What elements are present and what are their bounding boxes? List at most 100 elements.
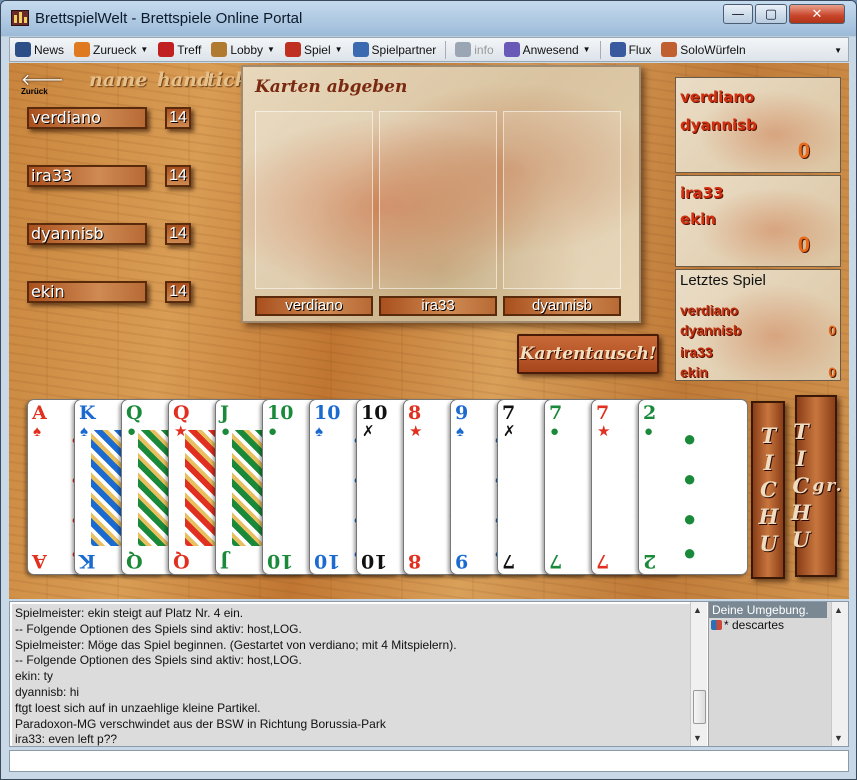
toolbar-anwesend-label: Anwesend <box>522 42 579 57</box>
grand-tichu-button[interactable]: gr. TICHU <box>788 395 842 577</box>
chat-line: dyannisb: hi <box>15 684 80 699</box>
card-rank: 9 <box>455 402 469 424</box>
bsw-app-icon <box>11 10 29 26</box>
toolbar-info-button[interactable]: info <box>450 38 498 61</box>
card-rank-bottom: 9 <box>455 550 469 572</box>
maximize-button[interactable]: ▢ <box>755 4 787 24</box>
toolbar-separator <box>445 40 447 59</box>
exchange-slot-label-3: dyannisb <box>503 296 621 316</box>
card-rank-bottom: 7 <box>502 550 516 572</box>
toolbar-news-button[interactable]: News <box>10 38 69 61</box>
chat-line: ftgt loest sich auf in unzaehlige kleine… <box>15 700 261 715</box>
chat-line: Spielmeister: ekin steigt auf Platz Nr. … <box>15 606 244 620</box>
toolbar-solow-rfeln-button[interactable]: SoloWürfeln <box>656 38 750 61</box>
jade-icon: ● <box>221 423 231 440</box>
team1-score: 0 <box>797 138 810 163</box>
card-rank: 10 <box>314 402 341 424</box>
solow-rfeln-icon <box>661 42 678 57</box>
card-rank-bottom: A <box>32 550 47 572</box>
team1-player-1: verdiano <box>680 88 755 106</box>
card-rank: A <box>32 402 47 424</box>
environment-title: Deine Umgebung. <box>709 602 827 618</box>
exchange-drop-slot-left[interactable] <box>255 111 373 289</box>
column-header-hand: hand <box>157 69 211 91</box>
jade-icon: ● <box>127 423 137 440</box>
card-rank-bottom: J <box>220 550 229 572</box>
title-bar[interactable]: BrettspielWelt - Brettspiele Online Port… <box>1 1 856 35</box>
main-toolbar: News Zurueck ▼ Treff Lobby ▼ Spiel ▼ Spielpartne… <box>9 37 849 62</box>
chat-scrollbar[interactable]: ▲ ▼ <box>690 602 707 746</box>
anwesend-icon <box>503 42 520 57</box>
dropdown-caret-icon: ▼ <box>267 45 275 54</box>
info-icon <box>455 42 472 57</box>
toolbar-overflow-icon[interactable]: ▼ <box>834 46 842 55</box>
scroll-up-icon[interactable]: ▲ <box>693 605 702 615</box>
player-hand-count-3: 14 <box>165 223 191 245</box>
minimize-button[interactable]: — <box>723 4 753 24</box>
flux-icon <box>609 42 626 57</box>
card-rank-bottom: 7 <box>596 550 610 572</box>
toolbar-zurueck-button[interactable]: Zurueck ▼ <box>69 38 153 61</box>
grand-tichu-label: TICHU <box>788 418 814 554</box>
jade-icon: ● <box>268 423 278 440</box>
team-score-panel-1: verdiano dyannisb 0 <box>675 77 841 173</box>
toolbar-treff-button[interactable]: Treff <box>153 38 206 61</box>
card-rank: 8 <box>408 402 422 424</box>
last-game-name-3: ira33 <box>680 344 713 360</box>
toolbar-spiel-button[interactable]: Spiel ▼ <box>280 38 348 61</box>
team-score-panel-2: ira33 ekin 0 <box>675 175 841 267</box>
chat-line: ekin: ty <box>15 669 54 684</box>
chat-line: ira33: even left p?? <box>15 732 118 746</box>
toolbar-lobby-button[interactable]: Lobby ▼ <box>206 38 280 61</box>
chat-scroll-thumb[interactable] <box>693 690 706 724</box>
back-arrow-icon: 🡐 <box>21 70 64 89</box>
tichu-board: 🡐 Zurück name hand tick verdiano 14 ira3… <box>9 63 849 599</box>
card-rank: 2 <box>643 402 657 424</box>
back-button[interactable]: 🡐 Zurück <box>21 70 64 101</box>
chat-input[interactable] <box>9 750 849 772</box>
hand-card[interactable]: 2 ● ● ● ● ● 2 <box>638 399 748 575</box>
toolbar-spielpartner-button[interactable]: Spielpartner <box>348 38 442 61</box>
last-game-name-4: ekin <box>680 364 709 380</box>
toolbar-anwesend-button[interactable]: Anwesend ▼ <box>499 38 596 61</box>
env-scroll-down-icon[interactable]: ▼ <box>834 733 843 743</box>
card-rank: 7 <box>549 402 563 424</box>
env-scroll-up-icon[interactable]: ▲ <box>834 605 843 615</box>
player-name-4: ekin <box>27 281 147 303</box>
spiel-icon <box>284 42 301 57</box>
card-rank: Q <box>126 402 143 424</box>
card-rank-bottom: 10 <box>267 550 294 572</box>
player-name-3: dyannisb <box>27 223 147 245</box>
last-game-panel: Letztes Spiel verdiano dyannisb 0 ira33 … <box>675 269 841 381</box>
toolbar-lobby-label: Lobby <box>230 42 264 57</box>
chat-line: -- Folgende Optionen des Spiels sind akt… <box>15 621 302 636</box>
team1-player-2: dyannisb <box>680 116 757 134</box>
toolbar-treff-label: Treff <box>177 42 202 57</box>
exchange-drop-slot-partner[interactable] <box>379 111 497 289</box>
app-window: BrettspielWelt - Brettspiele Online Port… <box>0 0 857 780</box>
card-rank-bottom: Q <box>173 550 190 572</box>
team2-score: 0 <box>797 232 810 257</box>
close-button[interactable]: ✕ <box>789 4 845 24</box>
toolbar-flux-button[interactable]: Flux <box>605 38 657 61</box>
spielpartner-icon <box>352 42 369 57</box>
player-hand: A♠♠♠♠♠AK♠KQ●QQ★QJ●J10●●●●●1010♠♠♠♠♠1010✗… <box>27 399 748 575</box>
scroll-down-icon[interactable]: ▼ <box>693 733 702 743</box>
card-rank-bottom: 2 <box>643 550 657 572</box>
kartentausch-button[interactable]: Kartentausch! <box>517 334 659 374</box>
exchange-drop-slot-right[interactable] <box>503 111 621 289</box>
pagoda-icon: ♠ <box>80 423 88 440</box>
grand-tichu-prefix: gr. <box>812 476 844 496</box>
environment-user[interactable]: * descartes <box>709 618 848 632</box>
jade-icon: ● <box>644 423 654 440</box>
chat-log[interactable]: Spielmeister: ekin steigt auf Platz Nr. … <box>12 604 696 746</box>
environment-scrollbar[interactable]: ▲ ▼ <box>831 602 848 746</box>
star-icon: ★ <box>409 423 423 440</box>
star-icon: ★ <box>597 423 611 440</box>
exchange-slot-label-2: ira33 <box>379 296 497 316</box>
spade-icon: ♠ <box>33 423 41 440</box>
chat-area: Spielmeister: ekin steigt auf Platz Nr. … <box>9 601 849 747</box>
tichu-button[interactable]: TICHU <box>751 401 785 579</box>
player-hand-count-1: 14 <box>165 107 191 129</box>
lobby-icon <box>211 42 228 57</box>
